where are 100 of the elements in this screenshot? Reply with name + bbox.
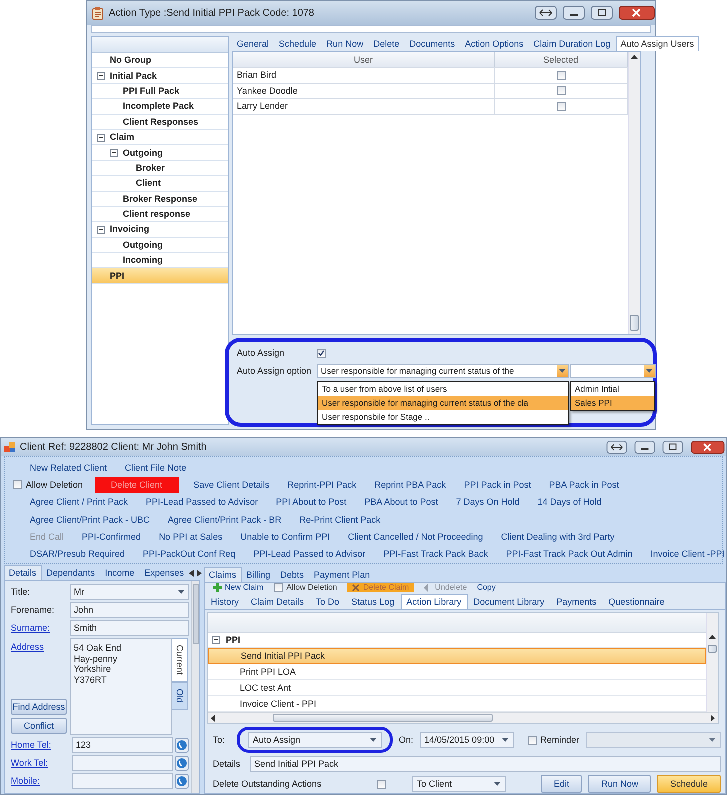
tab[interactable]: Action Options [460, 36, 529, 51]
tab[interactable]: Dependants [42, 565, 100, 580]
new-claim-button[interactable]: New Claim [213, 583, 264, 592]
call-icon[interactable] [175, 756, 189, 770]
scroll-right-icon[interactable] [711, 714, 715, 722]
horizontal-scrollbar[interactable] [208, 712, 718, 723]
tab[interactable]: Action Library [400, 594, 468, 609]
action-link[interactable]: DSAR/Presub Required [27, 548, 128, 560]
checkbox[interactable] [317, 348, 326, 358]
scroll-left-icon[interactable] [211, 714, 215, 722]
action-button[interactable]: Edit [540, 775, 582, 793]
scroll-thumb[interactable] [630, 315, 639, 331]
checkbox[interactable] [556, 86, 566, 96]
address-field[interactable]: 54 Oak End Hay-penny Yorkshire Y376RT [70, 638, 172, 735]
action-link[interactable]: PBA About to Post [362, 496, 442, 508]
tab[interactable]: General [232, 36, 274, 51]
address-button[interactable]: Conflict [11, 718, 67, 734]
action-link[interactable]: PPI-Confirmed [79, 530, 144, 543]
target-dropdown[interactable]: To Client [412, 776, 506, 792]
action-link[interactable]: PPI Pack in Post [461, 478, 534, 491]
action-link[interactable]: Reprint PBA Pack [372, 478, 450, 491]
field-label[interactable]: Mobile: [11, 776, 70, 786]
dropdown-option[interactable]: Admin Intial [571, 382, 654, 396]
action-link[interactable]: PPI About to Post [273, 496, 350, 508]
tab[interactable]: Claim Details [245, 594, 310, 609]
details-field[interactable]: Send Initial PPI Pack [250, 756, 721, 772]
action-link[interactable]: Agree Client/Print Pack - UBC [27, 514, 154, 526]
dropdown-option[interactable]: User responsible for managing current status of the cla [318, 396, 568, 410]
action-link[interactable]: Invoice Client -PPI [648, 548, 727, 560]
tree-item[interactable]: Broker Response [92, 192, 228, 207]
vertical-tab[interactable]: Current [172, 638, 188, 682]
tab[interactable]: Income [100, 565, 140, 580]
action-link[interactable]: PBA Pack in Post [546, 478, 622, 491]
action-link[interactable]: Re-Print Client Pack [296, 514, 384, 526]
tree-item[interactable]: No Group [92, 53, 228, 68]
close-icon[interactable] [690, 440, 726, 454]
minimize-icon[interactable] [563, 6, 585, 20]
action-button[interactable]: Run Now [588, 775, 652, 793]
tree-item[interactable]: Incomplete Pack [92, 99, 228, 115]
checkbox[interactable] [377, 780, 386, 788]
tree-item[interactable]: Invoicing [92, 222, 228, 238]
action-link[interactable]: Agree Client/Print Pack - BR [165, 514, 285, 526]
field-label[interactable]: Surname: [11, 623, 70, 633]
close-icon[interactable] [619, 6, 655, 20]
tab[interactable]: Payments [550, 594, 603, 609]
checkbox[interactable] [556, 70, 566, 80]
checkbox[interactable] [13, 480, 22, 490]
dropdown-option[interactable]: Sales PPI [571, 396, 654, 410]
field-label[interactable]: Work Tel: [11, 758, 70, 768]
tab[interactable]: Details [4, 565, 42, 580]
action-link[interactable]: PPI-Lead Passed to Advisor [143, 496, 262, 508]
action-link[interactable]: No PPI at Sales [156, 530, 226, 543]
swap-icon[interactable] [606, 440, 628, 454]
checkbox[interactable] [556, 102, 566, 111]
tree-item[interactable]: Initial Pack [92, 68, 228, 84]
checkbox[interactable] [274, 583, 283, 592]
dropdown-option[interactable]: User responsbile for Stage .. [318, 410, 568, 424]
action-button[interactable]: Schedule [657, 775, 721, 793]
tab[interactable]: Billing [242, 567, 276, 582]
tab[interactable]: Auto Assign Users [616, 36, 700, 51]
tab[interactable]: Debts [276, 567, 310, 582]
action-link[interactable]: 7 Days On Hold [453, 496, 523, 508]
tree-item[interactable]: Outgoing [92, 145, 228, 161]
action-link[interactable]: PPI-Lead Passed to Advisor [250, 548, 369, 560]
maximize-icon[interactable] [662, 440, 684, 454]
field-label[interactable]: Home Tel: [11, 740, 70, 750]
tab[interactable]: Delete [368, 36, 405, 51]
tree-item[interactable]: Outgoing [92, 238, 228, 254]
tab[interactable]: Document Library [468, 594, 551, 609]
address-button[interactable]: Find Address [11, 699, 67, 715]
action-link[interactable]: Save Client Details [190, 478, 273, 491]
input-field[interactable] [72, 773, 173, 789]
call-icon[interactable] [175, 774, 189, 788]
dropdown-option[interactable]: To a user from above list of users [318, 382, 568, 396]
action-link[interactable]: Unable to Confirm PPI [238, 530, 334, 543]
tab[interactable]: History [205, 594, 246, 609]
address-link[interactable]: Address [11, 642, 70, 652]
vertical-tab[interactable]: Old [172, 682, 188, 710]
input-field[interactable]: 123 [72, 737, 173, 753]
scrollbar[interactable] [628, 52, 640, 334]
action-link[interactable]: Client Dealing with 3rd Party [498, 530, 618, 543]
tree-item[interactable]: Client [92, 176, 228, 192]
expander-icon[interactable] [97, 226, 105, 234]
list-item[interactable]: Send Initial PPI Pack [208, 648, 706, 664]
call-icon[interactable] [175, 738, 189, 752]
scroll-left-icon[interactable] [189, 570, 194, 577]
date-dropdown[interactable]: 14/05/2015 09:00 [420, 732, 514, 748]
tab[interactable]: To Do [310, 594, 346, 609]
action-link[interactable]: Client Cancelled / Not Proceeding [345, 530, 486, 543]
tab[interactable]: Schedule [274, 36, 322, 51]
tree-item[interactable]: Claim [92, 130, 228, 146]
assignee-dropdown[interactable]: Auto Assign [248, 732, 382, 748]
expander-icon[interactable] [212, 636, 220, 644]
input-field[interactable] [72, 755, 173, 771]
list-item[interactable]: Print PPI LOA [208, 664, 706, 680]
action-link[interactable]: 14 Days of Hold [534, 496, 605, 508]
scroll-up-icon[interactable] [631, 55, 638, 59]
tree-item[interactable]: PPI [92, 268, 228, 284]
tab[interactable]: Claim Duration Log [528, 36, 616, 51]
scroll-thumb[interactable] [708, 645, 717, 653]
